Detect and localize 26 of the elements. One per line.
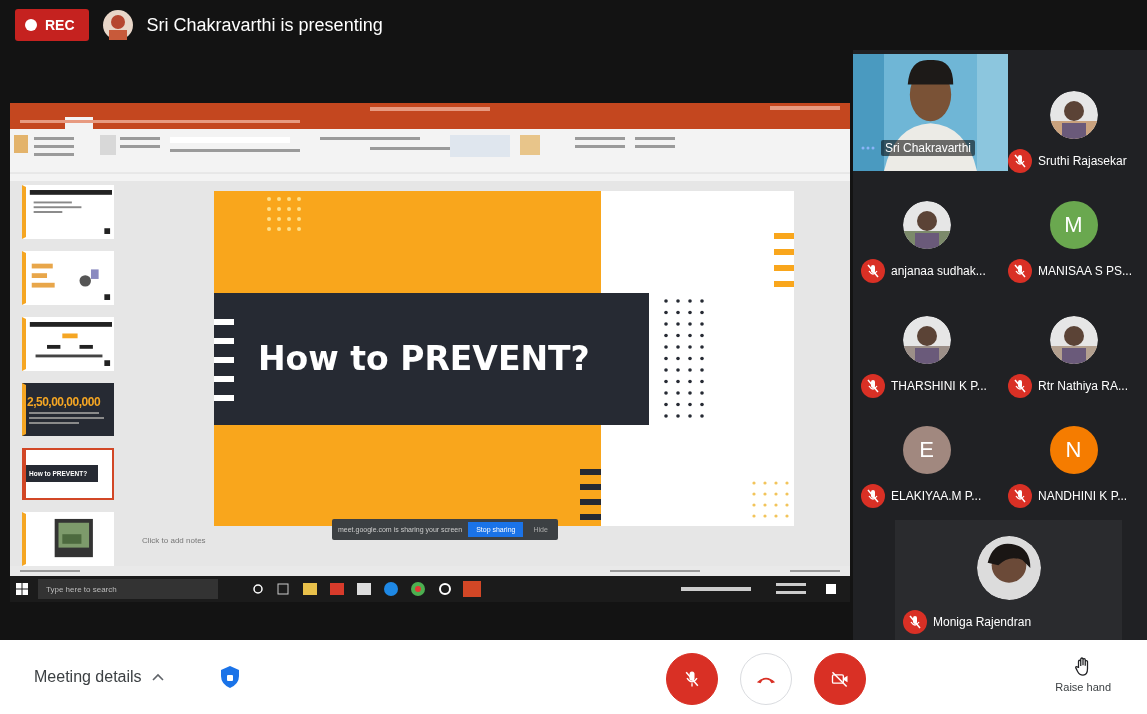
slide-title: How to PREVENT? <box>258 339 590 378</box>
chevron-up-icon[interactable] <box>151 673 164 681</box>
participant-name: Rtr Nathiya RA... <box>1038 379 1129 393</box>
windows-icon[interactable] <box>16 583 28 595</box>
search-field[interactable]: Type here to search <box>38 579 218 599</box>
avatar: M <box>1049 201 1098 249</box>
presenter-text: Sri Chakravarthi is presenting <box>146 14 383 36</box>
participant-name: MANISAA S PS... <box>1038 264 1133 278</box>
participant-name: THARSHINI K P... <box>891 379 987 393</box>
participant-name: anjanaa sudhak... <box>891 264 986 278</box>
raise-hand-button[interactable]: Raise hand <box>1049 656 1117 694</box>
participant-name: ELAKIYAA.M P... <box>891 489 982 503</box>
camera-off-icon <box>830 669 850 689</box>
participant-name: NANDHINI K P... <box>1038 489 1128 503</box>
recording-badge: REC <box>15 9 89 41</box>
microphone-button[interactable] <box>666 653 718 705</box>
avatar: E <box>902 426 951 474</box>
shield-icon[interactable] <box>219 665 240 689</box>
participant-name: Moniga Rajendran <box>933 615 1032 629</box>
camera-button[interactable] <box>814 653 866 705</box>
participant-name: Sri Chakravarthi <box>881 140 976 156</box>
notes-placeholder[interactable]: Click to add notes <box>142 536 206 545</box>
participant-name: Sruthi Rajasekar <box>1038 154 1127 168</box>
meeting-details-button[interactable]: Meeting details <box>30 664 146 690</box>
avatar: N <box>1049 426 1098 474</box>
slide-thumbnail[interactable]: 2,50,00,00,000 <box>22 383 114 436</box>
